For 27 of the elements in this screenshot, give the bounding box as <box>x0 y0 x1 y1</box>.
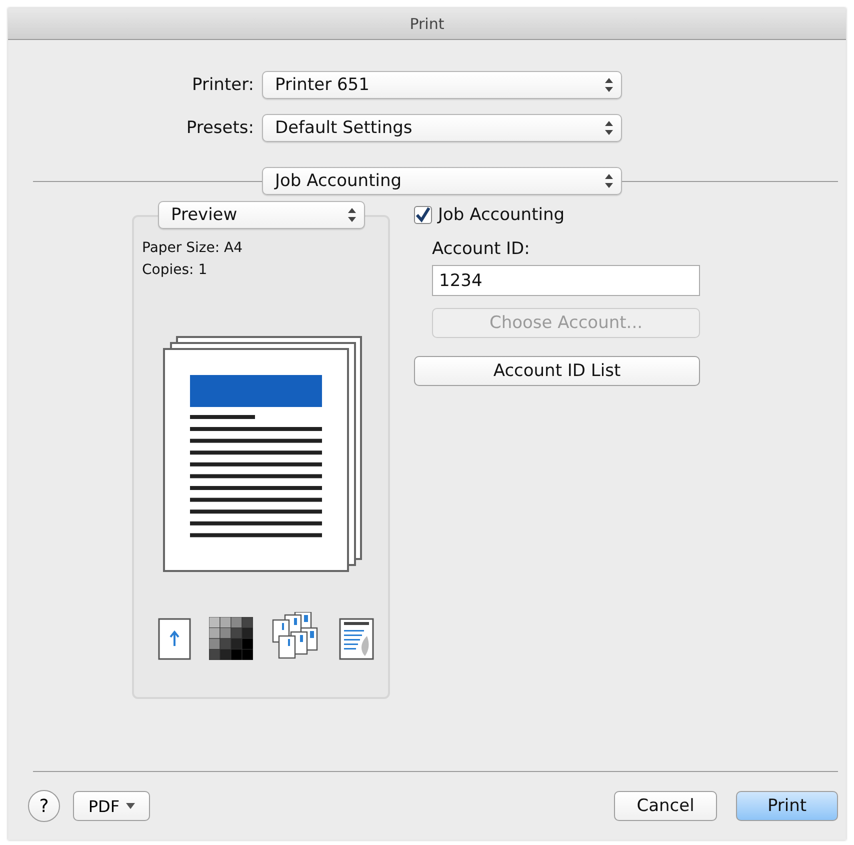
account-id-field[interactable]: 1234 <box>432 265 700 296</box>
job-accounting-label: Job Accounting <box>438 205 565 225</box>
document-icon <box>339 618 374 660</box>
printer-label: Printer: <box>191 75 254 95</box>
presets-label: Presets: <box>185 118 254 138</box>
grayscale-grid-icon <box>209 617 253 660</box>
pdf-menu-button[interactable]: PDF <box>73 791 150 821</box>
help-button[interactable]: ? <box>28 790 60 822</box>
window-title: Print <box>410 14 444 32</box>
preview-popup[interactable]: Preview <box>158 201 365 229</box>
up-down-arrows-icon <box>605 174 613 188</box>
up-down-arrows-icon <box>605 121 613 135</box>
cancel-button[interactable]: Cancel <box>614 791 717 821</box>
printer-popup[interactable]: Printer 651 <box>262 71 622 99</box>
account-id-label: Account ID: <box>432 239 531 259</box>
check-icon <box>415 207 431 223</box>
account-button[interactable]: Account ID List <box>414 356 700 386</box>
paper-size-text: Paper Size: A4 <box>142 239 244 258</box>
caret-icon <box>126 803 135 809</box>
job-accounting-checkbox[interactable] <box>414 206 432 224</box>
up-down-arrows-icon <box>348 208 356 222</box>
portrait-page-icon <box>158 618 191 660</box>
panel-popup[interactable]: Job Accounting <box>262 167 622 195</box>
copies-text: Copies: 1 <box>142 261 208 280</box>
up-down-arrows-icon <box>605 78 613 92</box>
presets-popup[interactable]: Default Settings <box>262 114 622 142</box>
print-button[interactable]: Print <box>736 791 838 821</box>
